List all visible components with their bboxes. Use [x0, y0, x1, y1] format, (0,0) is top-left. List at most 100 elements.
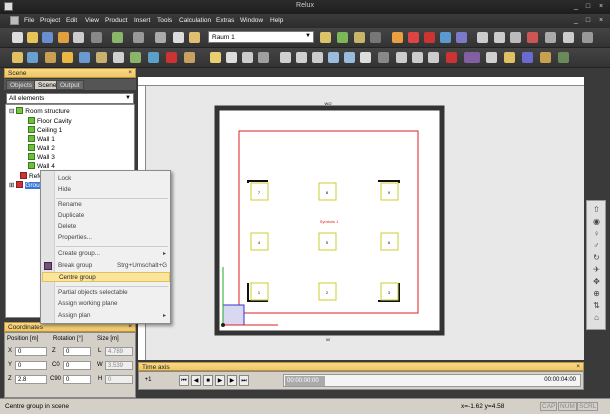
- walk-icon[interactable]: ⇧: [591, 205, 602, 214]
- door-icon[interactable]: [563, 32, 574, 43]
- tree-item-room-structure[interactable]: ⊟ Room structure: [9, 107, 70, 115]
- window-icon[interactable]: [582, 32, 593, 43]
- step-forward-icon[interactable]: ▶: [227, 375, 237, 386]
- menu-edit[interactable]: Edit: [66, 17, 77, 24]
- plant-icon[interactable]: [130, 52, 141, 63]
- element-filter-select[interactable]: All elements ▼: [6, 93, 134, 104]
- position-y-input[interactable]: 0: [15, 361, 47, 370]
- menu-item-centre-group[interactable]: Centre group: [42, 272, 170, 282]
- render-icon[interactable]: [446, 52, 457, 63]
- plate-icon[interactable]: [184, 52, 195, 63]
- pencil-icon[interactable]: [527, 32, 538, 43]
- new-icon[interactable]: [12, 32, 23, 43]
- menu-window[interactable]: Window: [240, 17, 263, 24]
- menu-item-create-group[interactable]: Create group... ▸: [42, 249, 170, 259]
- orbit-icon[interactable]: [296, 52, 307, 63]
- zoom-fit-icon[interactable]: [360, 52, 371, 63]
- lamp-icon[interactable]: [226, 52, 237, 63]
- view-side-icon[interactable]: [428, 52, 439, 63]
- menu-file[interactable]: File: [24, 17, 34, 24]
- tree-item-wall-3[interactable]: Wall 3: [28, 153, 55, 161]
- menu-view[interactable]: View: [85, 17, 99, 24]
- close-icon[interactable]: ×: [128, 69, 132, 76]
- play-icon[interactable]: ▶: [215, 375, 225, 386]
- size-l-input[interactable]: 4.789: [105, 347, 133, 356]
- reset-view-icon[interactable]: ⌂: [591, 313, 602, 322]
- menu-item-partial-objects[interactable]: Partial objects selectable: [42, 288, 170, 298]
- snap-icon[interactable]: [12, 52, 23, 63]
- doc-minimize-icon[interactable]: _: [572, 17, 580, 24]
- align-icon[interactable]: [440, 32, 451, 43]
- sensor-icon[interactable]: [337, 32, 348, 43]
- look-icon[interactable]: ◉: [591, 217, 602, 226]
- move-icon[interactable]: [392, 32, 403, 43]
- mirror-icon[interactable]: [424, 32, 435, 43]
- print-icon[interactable]: [73, 32, 84, 43]
- timeline-marker-icon[interactable]: +1: [141, 375, 155, 386]
- hash-icon[interactable]: [62, 52, 73, 63]
- mode-icon[interactable]: [486, 52, 497, 63]
- skip-end-icon[interactable]: ⏭: [239, 375, 249, 386]
- zoom-out-icon[interactable]: [344, 52, 355, 63]
- menu-item-lock[interactable]: Lock: [42, 174, 170, 184]
- pan-icon[interactable]: ✥: [591, 277, 602, 286]
- open-icon[interactable]: [27, 32, 38, 43]
- menu-help[interactable]: Help: [270, 17, 283, 24]
- size-w-input[interactable]: 3.539: [105, 361, 133, 370]
- menu-item-hide[interactable]: Hide: [42, 185, 170, 195]
- menu-extras[interactable]: Extras: [216, 17, 234, 24]
- tab-output[interactable]: Output: [56, 80, 84, 90]
- zoom-icon[interactable]: ⊕: [591, 289, 602, 298]
- copy-icon[interactable]: [173, 32, 184, 43]
- tilt-icon[interactable]: ⇅: [591, 301, 602, 310]
- redo-icon[interactable]: [133, 32, 144, 43]
- timeline-track[interactable]: 00:00:00:00 00:00:04:00: [283, 374, 581, 387]
- rotation-c0-input[interactable]: 0: [63, 361, 91, 370]
- tree-item-ceiling[interactable]: Ceiling 1: [28, 126, 62, 134]
- grid-toggle-icon[interactable]: [378, 52, 389, 63]
- position-z-input[interactable]: 2.8: [15, 375, 47, 384]
- rotate-icon[interactable]: [408, 32, 419, 43]
- view-top-icon[interactable]: [396, 52, 407, 63]
- cylinder-icon[interactable]: [510, 32, 521, 43]
- wall-icon[interactable]: [545, 32, 556, 43]
- close-icon[interactable]: ×: [128, 323, 132, 330]
- menu-item-properties[interactable]: Properties...: [42, 233, 170, 243]
- undo-icon[interactable]: [112, 32, 123, 43]
- box-icon[interactable]: [494, 32, 505, 43]
- menu-product[interactable]: Product: [105, 17, 127, 24]
- menu-item-assign-working-plane[interactable]: Assign working plane: [42, 299, 170, 309]
- export-icon[interactable]: [58, 32, 69, 43]
- menu-item-duplicate[interactable]: Duplicate: [42, 211, 170, 221]
- star-icon[interactable]: [504, 52, 515, 63]
- doc-restore-icon[interactable]: □: [584, 17, 592, 24]
- step-back-icon[interactable]: ◀: [191, 375, 201, 386]
- document-icon[interactable]: [10, 16, 19, 25]
- settings-icon[interactable]: [540, 52, 551, 63]
- save-icon[interactable]: [42, 32, 53, 43]
- stop-icon[interactable]: ■: [203, 375, 213, 386]
- hand-icon[interactable]: [312, 52, 323, 63]
- menu-project[interactable]: Project: [40, 17, 60, 24]
- cut-icon[interactable]: [155, 32, 166, 43]
- menu-item-assign-plan[interactable]: Assign plan ▸: [42, 311, 170, 321]
- zoom-in-icon[interactable]: [328, 52, 339, 63]
- menu-tools[interactable]: Tools: [157, 17, 172, 24]
- tree-item-wall-2[interactable]: Wall 2: [28, 144, 55, 152]
- lightbulb-icon[interactable]: [210, 52, 221, 63]
- tree-item-wall-1[interactable]: Wall 1: [28, 135, 55, 143]
- export-3d-icon[interactable]: [558, 52, 569, 63]
- view-front-icon[interactable]: [412, 52, 423, 63]
- menu-item-rename[interactable]: Rename: [42, 200, 170, 210]
- grid-icon[interactable]: [27, 52, 38, 63]
- frame-icon[interactable]: [522, 52, 533, 63]
- 3d-icon[interactable]: [464, 52, 480, 63]
- rotation-c90-input[interactable]: 0: [63, 375, 91, 384]
- eraser-icon[interactable]: [166, 52, 177, 63]
- object-icon[interactable]: [354, 32, 365, 43]
- rotation-z-input[interactable]: 0: [63, 347, 91, 356]
- floor-plan-svg[interactable]: 7 8 9 4 5 6 1 2 3 Symbols 1 W/2 W: [138, 77, 584, 360]
- spot-icon[interactable]: [242, 52, 253, 63]
- skip-start-icon[interactable]: ⏮: [179, 375, 189, 386]
- tree-item-floor-cavity[interactable]: Floor Cavity: [28, 117, 72, 125]
